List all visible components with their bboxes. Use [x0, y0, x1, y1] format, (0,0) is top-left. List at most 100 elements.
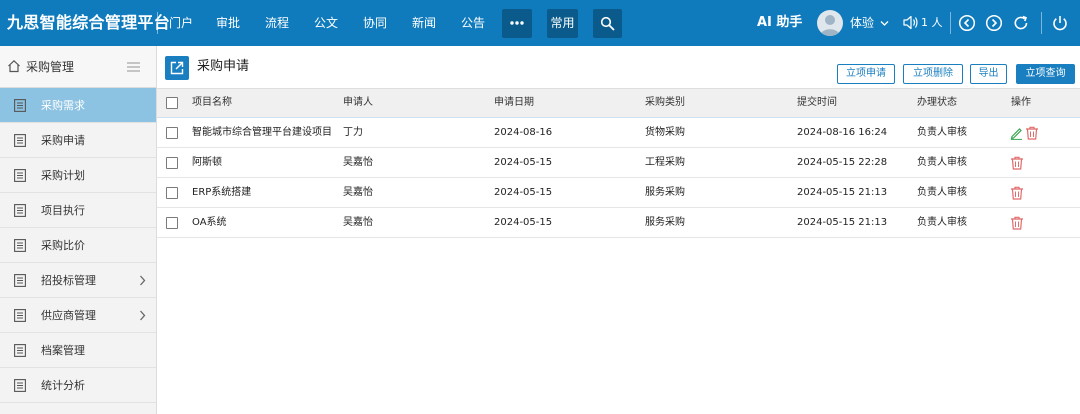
sidebar-item-plan[interactable]: 采购计划 [0, 158, 156, 193]
apply-date: 2024-08-16 [494, 127, 553, 138]
sidebar-item-label: 采购比价 [41, 239, 85, 252]
chevron-right-icon [140, 310, 146, 321]
project-name[interactable]: 阿斯顿 [192, 148, 222, 178]
sidebar-item-label: 招投标管理 [41, 274, 96, 287]
edit-icon[interactable] [1010, 126, 1023, 140]
submit-time: 2024-05-15 22:28 [797, 157, 888, 168]
select-all-checkbox[interactable] [166, 97, 178, 109]
applicant: 吴嘉怡 [343, 217, 373, 228]
external-link-icon [170, 61, 184, 75]
table-row[interactable]: 智能城市综合管理平台建设项目 丁力 2024-08-16 货物采购 2024-0… [157, 118, 1080, 148]
delete-icon[interactable] [1010, 186, 1024, 200]
sidebar-item-label: 统计分析 [41, 379, 85, 392]
category: 工程采购 [645, 157, 685, 168]
document-icon [14, 344, 26, 357]
export-button[interactable]: 导出 [970, 64, 1007, 84]
document-icon [14, 204, 26, 217]
document-icon [14, 134, 26, 147]
search-button[interactable] [593, 9, 622, 38]
nav-item-collaboration[interactable]: 协同 [363, 0, 387, 46]
sidebar-item-bidding[interactable]: 招投标管理 [0, 263, 156, 298]
project-name[interactable]: ERP系统搭建 [192, 178, 251, 208]
apply-date: 2024-05-15 [494, 187, 553, 198]
nav-item-news[interactable]: 新闻 [412, 0, 436, 46]
applicant: 丁力 [343, 127, 363, 138]
user-name[interactable]: 体验 [850, 0, 874, 46]
row-checkbox[interactable] [166, 157, 178, 169]
row-checkbox[interactable] [166, 127, 178, 139]
sidebar-item-label: 供应商管理 [41, 309, 96, 322]
column-header-name: 项目名称 [192, 97, 232, 108]
row-checkbox[interactable] [166, 217, 178, 229]
table-row[interactable]: OA系统 吴嘉怡 2024-05-15 服务采购 2024-05-15 21:1… [157, 208, 1080, 238]
toolbar-divider [950, 12, 951, 34]
sidebar-item-label: 采购申请 [41, 134, 85, 147]
sidebar-item-archive[interactable]: 档案管理 [0, 333, 156, 368]
submit-time: 2024-05-15 21:13 [797, 217, 888, 228]
category: 货物采购 [645, 127, 685, 138]
power-icon[interactable] [1051, 14, 1069, 32]
refresh-icon[interactable] [1012, 14, 1030, 32]
status: 负责人审核 [917, 217, 967, 228]
document-icon [14, 239, 26, 252]
nav-item-approval[interactable]: 审批 [216, 0, 240, 46]
sidebar-item-application[interactable]: 采购申请 [0, 123, 156, 158]
brand-divider [157, 12, 158, 34]
delete-icon[interactable] [1025, 126, 1039, 140]
row-checkbox[interactable] [166, 187, 178, 199]
top-bar: 九思智能综合管理平台 门户 审批 流程 公文 协同 新闻 公告 常用 AI 助手 [0, 0, 1080, 46]
project-name[interactable]: OA系统 [192, 208, 227, 238]
avatar[interactable] [817, 10, 843, 36]
sidebar-header: 采购管理 [0, 46, 156, 88]
more-button[interactable] [502, 9, 532, 38]
column-header-submitted: 提交时间 [797, 97, 837, 108]
apply-date: 2024-05-15 [494, 157, 553, 168]
toolbar-divider [1041, 12, 1042, 34]
document-icon [14, 169, 26, 182]
sidebar-item-supplier[interactable]: 供应商管理 [0, 298, 156, 333]
back-circle-icon[interactable] [958, 14, 976, 32]
page-icon [165, 56, 189, 80]
sidebar-item-requirement[interactable]: 采购需求 [0, 88, 156, 123]
delete-icon[interactable] [1010, 216, 1024, 230]
submit-time: 2024-08-16 16:24 [797, 127, 888, 138]
sidebar-item-execution[interactable]: 项目执行 [0, 193, 156, 228]
delete-button[interactable]: 立项删除 [903, 64, 963, 84]
speaker-icon[interactable] [902, 14, 919, 31]
sidebar-item-label: 采购需求 [41, 99, 85, 112]
chevron-down-icon[interactable] [880, 20, 889, 27]
nav-item-document[interactable]: 公文 [314, 0, 338, 46]
delete-icon[interactable] [1010, 156, 1024, 170]
user-avatar-icon [820, 15, 840, 36]
applicant: 吴嘉怡 [343, 157, 373, 168]
forward-circle-icon[interactable] [985, 14, 1003, 32]
query-button[interactable]: 立项查询 [1016, 64, 1075, 84]
project-name[interactable]: 智能城市综合管理平台建设项目 [192, 118, 332, 148]
ai-assistant-link[interactable]: AI 助手 [757, 0, 802, 46]
apply-button[interactable]: 立项申请 [837, 64, 895, 84]
common-button[interactable]: 常用 [547, 9, 578, 38]
submit-time: 2024-05-15 21:13 [797, 187, 888, 198]
sidebar-item-label: 档案管理 [41, 344, 85, 357]
category: 服务采购 [645, 217, 685, 228]
table-row[interactable]: ERP系统搭建 吴嘉怡 2024-05-15 服务采购 2024-05-15 2… [157, 178, 1080, 208]
nav-item-portal[interactable]: 门户 [169, 0, 193, 46]
column-header-actions: 操作 [1011, 97, 1031, 108]
sidebar-item-price-comparison[interactable]: 采购比价 [0, 228, 156, 263]
column-header-date: 申请日期 [494, 97, 534, 108]
main-content: 采购申请 立项申请 立项删除 导出 立项查询 项目名称 申请人 申请日期 采购类… [157, 46, 1080, 414]
sidebar-title: 采购管理 [26, 60, 75, 74]
nav-item-workflow[interactable]: 流程 [265, 0, 289, 46]
document-icon [14, 309, 26, 322]
sidebar: 采购管理 采购需求 采购申请 采购计划 项目执行 采购比价 招投标管理 供应商管… [0, 46, 157, 414]
sidebar-item-statistics[interactable]: 统计分析 [0, 368, 156, 403]
table-row[interactable]: 阿斯顿 吴嘉怡 2024-05-15 工程采购 2024-05-15 22:28… [157, 148, 1080, 178]
app-root: 九思智能综合管理平台 门户 审批 流程 公文 协同 新闻 公告 常用 AI 助手 [0, 0, 1080, 414]
app-title: 九思智能综合管理平台 [7, 13, 171, 32]
nav-item-notice[interactable]: 公告 [461, 0, 485, 46]
home-icon[interactable] [7, 59, 21, 73]
status: 负责人审核 [917, 187, 967, 198]
menu-icon[interactable] [127, 62, 140, 72]
more-dots-icon [510, 21, 524, 25]
status: 负责人审核 [917, 157, 967, 168]
